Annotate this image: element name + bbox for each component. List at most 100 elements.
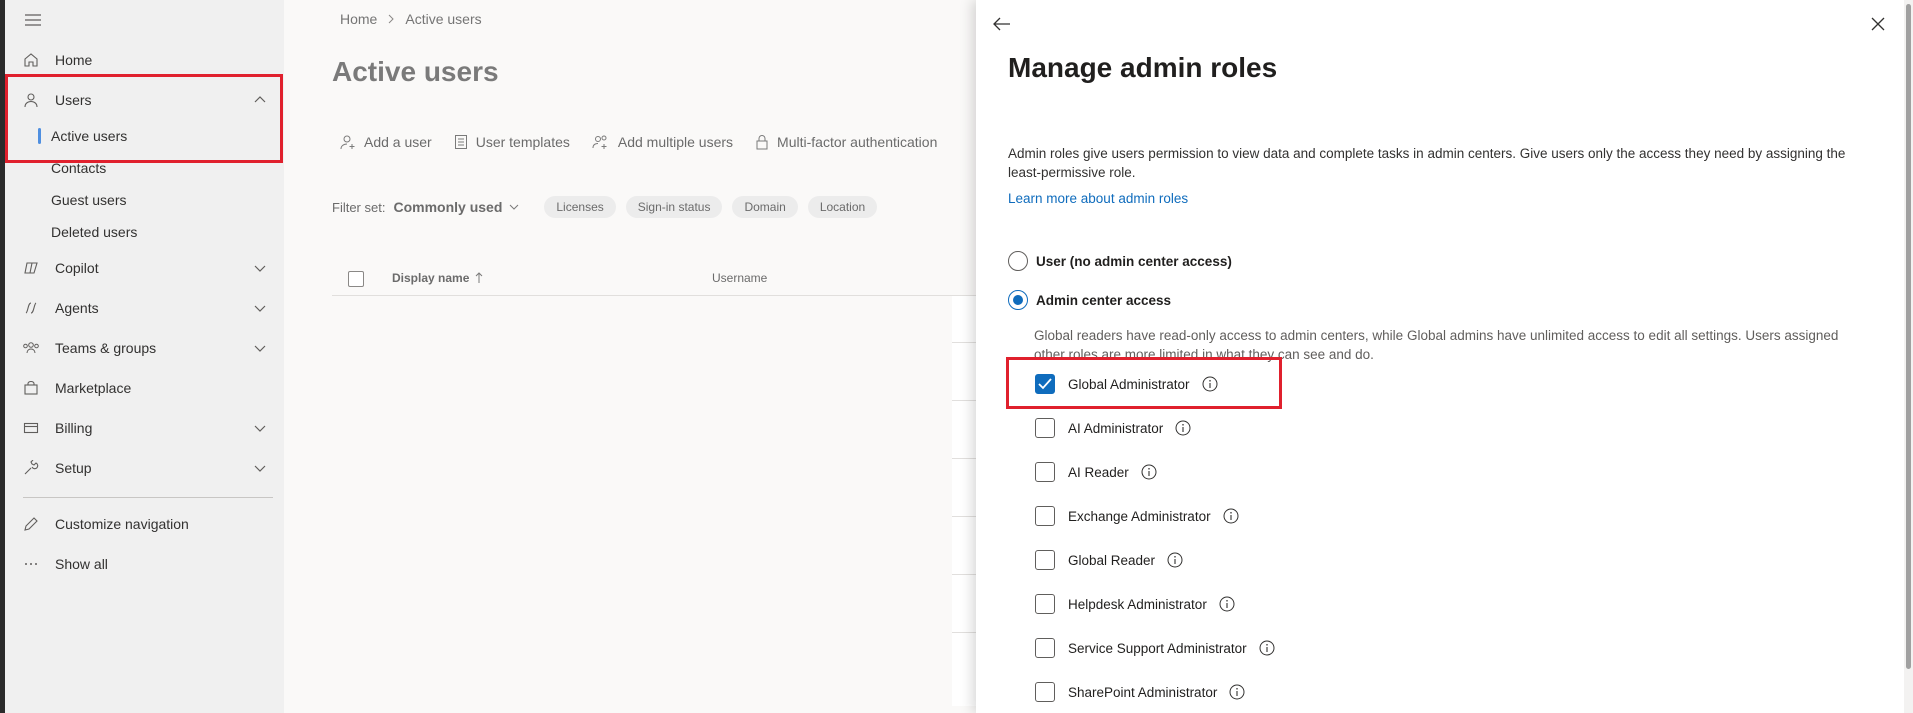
role-helpdesk-administrator[interactable]: Helpdesk Administrator xyxy=(1035,594,1235,614)
credit-card-icon xyxy=(21,418,41,438)
select-all-checkbox[interactable] xyxy=(348,271,364,287)
info-icon[interactable] xyxy=(1259,640,1275,656)
filter-pill-domain[interactable]: Domain xyxy=(732,196,798,218)
nav-subitem-contacts[interactable]: Contacts xyxy=(5,154,284,182)
info-icon[interactable] xyxy=(1229,684,1245,700)
table-row-divider xyxy=(952,632,976,633)
column-header-username[interactable]: Username xyxy=(712,271,767,285)
radio-button[interactable] xyxy=(1008,251,1028,271)
role-checkbox[interactable] xyxy=(1035,462,1055,482)
filter-pill-licenses[interactable]: Licenses xyxy=(544,196,616,218)
nav-item-setup[interactable]: Setup xyxy=(5,452,284,484)
chevron-down-icon[interactable] xyxy=(252,340,268,356)
command-label: Add a user xyxy=(364,134,432,150)
role-service-support-administrator[interactable]: Service Support Administrator xyxy=(1035,638,1275,658)
column-header-display-name[interactable]: Display name xyxy=(392,271,483,285)
info-icon[interactable] xyxy=(1167,552,1183,568)
breadcrumb-home[interactable]: Home xyxy=(340,11,377,27)
chevron-down-icon[interactable] xyxy=(252,420,268,436)
add-user-button[interactable]: Add a user xyxy=(340,134,432,150)
radio-user-no-admin[interactable]: User (no admin center access) xyxy=(1008,251,1232,271)
add-multiple-users-button[interactable]: Add multiple users xyxy=(592,134,733,150)
filter-set-dropdown[interactable]: Commonly used xyxy=(393,199,502,215)
group-icon xyxy=(21,338,41,358)
info-icon[interactable] xyxy=(1219,596,1235,612)
chevron-down-icon[interactable] xyxy=(252,260,268,276)
role-label: SharePoint Administrator xyxy=(1068,684,1218,700)
filter-pill-location[interactable]: Location xyxy=(807,196,878,218)
role-checkbox[interactable] xyxy=(1035,550,1055,570)
role-checkbox[interactable] xyxy=(1035,418,1055,438)
agents-icon xyxy=(21,298,41,318)
filter-pill-sign-in-status[interactable]: Sign-in status xyxy=(625,196,723,218)
scrollbar-thumb[interactable] xyxy=(1906,4,1911,669)
learn-more-link[interactable]: Learn more about admin roles xyxy=(1008,191,1188,206)
role-checkbox[interactable] xyxy=(1035,682,1055,702)
chevron-down-icon[interactable] xyxy=(252,300,268,316)
nav-item-users[interactable]: Users xyxy=(5,84,284,116)
role-checkbox-checked[interactable] xyxy=(1035,374,1055,394)
home-icon xyxy=(21,50,41,70)
nav-item-billing[interactable]: Billing xyxy=(5,412,284,444)
info-icon[interactable] xyxy=(1141,464,1157,480)
radio-admin-center-access[interactable]: Admin center access xyxy=(1008,290,1171,310)
info-icon[interactable] xyxy=(1175,420,1191,436)
mfa-button[interactable]: Multi-factor authentication xyxy=(755,134,937,150)
wrench-icon xyxy=(21,458,41,478)
nav-subitem-label: Guest users xyxy=(51,192,127,208)
radio-label: Admin center access xyxy=(1036,292,1172,308)
panel-description: Admin roles give users permission to vie… xyxy=(1008,146,1846,180)
role-ai-reader[interactable]: AI Reader xyxy=(1035,462,1157,482)
role-global-administrator[interactable]: Global Administrator xyxy=(1035,374,1218,394)
nav-item-label: Home xyxy=(55,52,93,68)
nav-item-show-all[interactable]: Show all xyxy=(5,548,284,580)
close-icon[interactable] xyxy=(1866,12,1890,36)
chevron-right-icon xyxy=(389,14,395,24)
hamburger-menu-icon[interactable] xyxy=(21,10,45,30)
role-global-reader[interactable]: Global Reader xyxy=(1035,550,1183,570)
user-templates-button[interactable]: User templates xyxy=(454,134,570,150)
radio-label: User (no admin center access) xyxy=(1036,253,1232,269)
role-sharepoint-administrator[interactable]: SharePoint Administrator xyxy=(1035,682,1245,702)
back-arrow-icon[interactable] xyxy=(990,12,1014,36)
nav-item-home[interactable]: Home xyxy=(5,44,284,76)
panel-scrollbar[interactable] xyxy=(1904,0,1913,713)
nav-item-copilot[interactable]: Copilot xyxy=(5,252,284,284)
panel-title: Manage admin roles xyxy=(1008,52,1278,83)
role-checkbox[interactable] xyxy=(1035,506,1055,526)
nav-item-agents[interactable]: Agents xyxy=(5,292,284,324)
radio-button-selected[interactable] xyxy=(1008,290,1028,310)
nav-subitem-label: Active users xyxy=(51,128,128,144)
info-icon[interactable] xyxy=(1223,508,1239,524)
chevron-down-icon[interactable] xyxy=(508,201,520,213)
nav-item-label: Customize navigation xyxy=(55,516,189,532)
table-body xyxy=(952,296,976,706)
filter-bar: Filter set: Commonly used Licenses Sign-… xyxy=(332,196,878,218)
role-exchange-administrator[interactable]: Exchange Administrator xyxy=(1035,506,1239,526)
table-row-divider xyxy=(952,342,976,343)
info-icon[interactable] xyxy=(1202,376,1218,392)
nav-subitem-active-users[interactable]: Active users xyxy=(5,122,284,150)
nav-item-label: Copilot xyxy=(55,260,99,276)
nav-item-marketplace[interactable]: Marketplace xyxy=(5,372,284,404)
role-checkbox[interactable] xyxy=(1035,638,1055,658)
role-label: Exchange Administrator xyxy=(1068,508,1211,524)
role-checkbox[interactable] xyxy=(1035,594,1055,614)
access-description: Global readers have read-only access to … xyxy=(1034,328,1839,362)
checkmark-icon xyxy=(1038,378,1052,390)
left-navigation: Home Users Active users Contacts Guest u… xyxy=(0,0,284,713)
filter-set-label: Filter set: xyxy=(332,199,386,215)
nav-item-label: Setup xyxy=(55,460,92,476)
nav-subitem-deleted-users[interactable]: Deleted users xyxy=(5,218,284,246)
table-row-divider xyxy=(952,574,976,575)
role-ai-administrator[interactable]: AI Administrator xyxy=(1035,418,1191,438)
nav-item-teams-groups[interactable]: Teams & groups xyxy=(5,332,284,364)
nav-divider xyxy=(23,497,273,498)
chevron-up-icon[interactable] xyxy=(252,92,268,108)
nav-subitem-guest-users[interactable]: Guest users xyxy=(5,186,284,214)
chevron-down-icon[interactable] xyxy=(252,460,268,476)
pencil-icon xyxy=(21,514,41,534)
column-label: Display name xyxy=(392,271,470,285)
nav-item-customize-navigation[interactable]: Customize navigation xyxy=(5,508,284,540)
nav-item-label: Marketplace xyxy=(55,380,132,396)
